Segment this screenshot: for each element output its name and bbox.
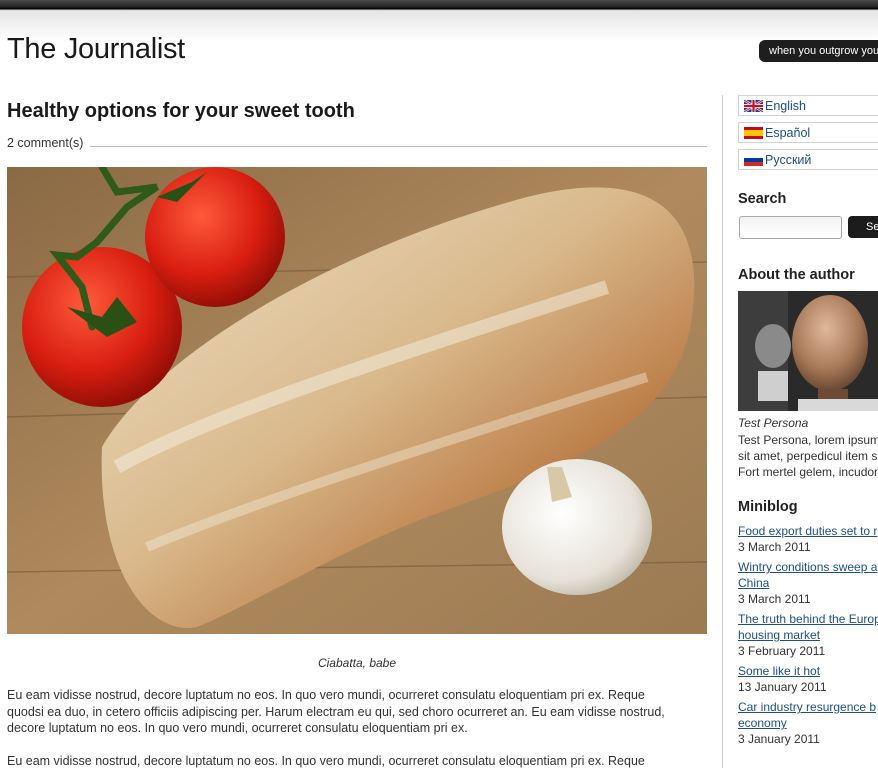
link-line: Car industry resurgence b <box>738 700 877 714</box>
miniblog-link[interactable]: The truth behind the Europ housing market <box>738 611 878 643</box>
language-russian[interactable]: Русский <box>738 149 878 170</box>
language-label: Русский <box>765 152 812 167</box>
author-name: Test Persona <box>738 416 809 430</box>
link-line: housing market <box>738 628 821 642</box>
author-photo <box>738 291 878 411</box>
russia-flag-icon <box>744 153 763 166</box>
column-divider <box>722 95 723 768</box>
bio-line: Fort mertel gelem, incudor <box>738 465 878 479</box>
search-input[interactable] <box>739 216 842 239</box>
paragraph-line: Eu eam vidisse nostrud, decore luptatum … <box>7 754 645 768</box>
miniblog-date: 3 March 2011 <box>738 540 811 554</box>
post-meta: 2 comment(s) <box>7 135 707 151</box>
site-tagline: when you outgrow you <box>759 40 878 62</box>
link-line: Wintry conditions sweep a <box>738 560 878 574</box>
link-line: Food export duties set to r <box>738 524 878 538</box>
uk-flag-icon <box>744 99 763 112</box>
miniblog-list: Food export duties set to r 3 March 2011… <box>738 523 878 751</box>
bio-line: sit amet, perpedicul item s <box>738 449 878 463</box>
paragraph-line: quodsi ea duo, in cetero officiis adipis… <box>7 704 665 719</box>
miniblog-link[interactable]: Food export duties set to r <box>738 523 878 539</box>
comments-count-link[interactable]: 2 comment(s) <box>7 136 83 150</box>
language-english[interactable]: English <box>738 95 878 116</box>
miniblog-date: 13 January 2011 <box>738 680 827 694</box>
link-line: The truth behind the Europ <box>738 612 878 626</box>
list-item: Some like it hot 13 January 2011 <box>738 663 878 695</box>
search-heading: Search <box>738 191 787 207</box>
miniblog-date: 3 March 2011 <box>738 592 811 606</box>
link-line: China <box>738 576 770 590</box>
post-paragraph: Eu eam vidisse nostrud, decore luptatum … <box>7 753 707 770</box>
list-item: Food export duties set to r 3 March 2011 <box>738 523 878 555</box>
link-line: Some like it hot <box>738 664 821 678</box>
miniblog-link[interactable]: Some like it hot <box>738 663 878 679</box>
miniblog-date: 3 January 2011 <box>738 732 820 746</box>
paragraph-line: decore luptatum no eos. In quo vero mund… <box>7 721 468 735</box>
language-label: Español <box>765 125 811 140</box>
miniblog-link[interactable]: Wintry conditions sweep a China <box>738 559 878 591</box>
miniblog-link[interactable]: Car industry resurgence b economy <box>738 699 878 731</box>
list-item: Wintry conditions sweep a China 3 March 2… <box>738 559 878 607</box>
top-bar <box>0 0 878 12</box>
meta-divider <box>90 145 707 147</box>
list-item: Car industry resurgence b economy 3 Janua… <box>738 699 878 747</box>
language-label: English <box>765 98 806 113</box>
about-heading: About the author <box>738 267 855 283</box>
bio-line: Test Persona, lorem ipsum <box>738 433 878 447</box>
link-line: economy <box>738 716 787 730</box>
list-item: The truth behind the Europ housing market… <box>738 611 878 659</box>
spain-flag-icon <box>744 126 763 139</box>
paragraph-line: Eu eam vidisse nostrud, decore luptatum … <box>7 688 645 702</box>
miniblog-date: 3 February 2011 <box>738 644 826 658</box>
miniblog-heading: Miniblog <box>738 499 798 515</box>
site-title[interactable]: The Journalist <box>7 33 185 66</box>
image-caption: Ciabatta, babe <box>317 656 397 670</box>
post-title[interactable]: Healthy options for your sweet tooth <box>7 100 355 123</box>
author-bio: Test Persona, lorem ipsum sit amet, perp… <box>738 432 878 480</box>
language-spanish[interactable]: Español <box>738 122 878 143</box>
post-paragraph: Eu eam vidisse nostrud, decore luptatum … <box>7 687 707 737</box>
post-image <box>7 167 707 634</box>
search-button[interactable]: Se <box>848 216 878 238</box>
